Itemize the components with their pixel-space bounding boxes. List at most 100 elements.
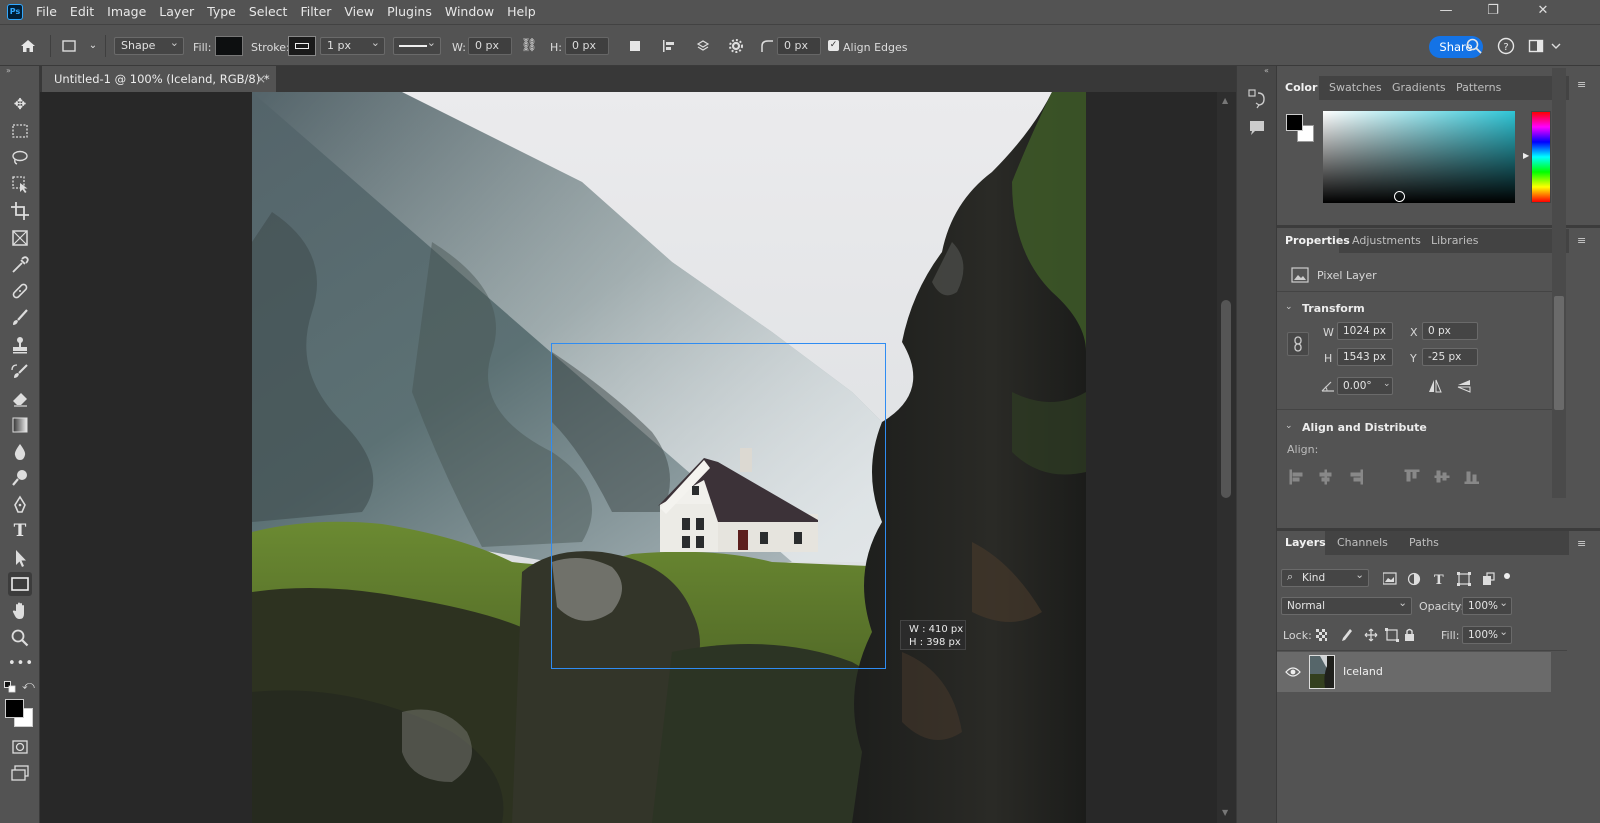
width-field[interactable]: 0 px [468, 37, 512, 55]
comments-panel-icon[interactable] [1247, 118, 1267, 138]
clone-stamp-tool-icon[interactable] [8, 333, 32, 357]
layer-row[interactable]: Iceland [1277, 652, 1551, 692]
foreground-color-swatch[interactable] [5, 699, 24, 718]
prop-width-field[interactable]: 1024 px [1337, 322, 1393, 340]
object-selection-tool-icon[interactable] [8, 172, 32, 196]
scroll-down-icon[interactable]: ▼ [1222, 808, 1228, 817]
chevron-down-icon[interactable]: ⌄ [1285, 302, 1293, 312]
link-icon[interactable]: ⛓ [520, 37, 538, 55]
menu-select[interactable]: Select [249, 0, 288, 24]
rectangle-tool-preset-icon[interactable] [60, 37, 78, 55]
close-window-button[interactable]: ✕ [1520, 0, 1566, 24]
prop-y-field[interactable]: -25 px [1422, 348, 1478, 366]
hand-tool-icon[interactable] [8, 599, 32, 623]
layer-filter-kind-dropdown[interactable]: Kind ⌕ ⌄ [1281, 569, 1369, 587]
flip-horizontal-icon[interactable] [1427, 378, 1443, 394]
menu-image[interactable]: Image [107, 0, 146, 24]
pen-tool-icon[interactable] [8, 493, 32, 517]
quick-mask-icon[interactable] [8, 735, 32, 759]
menu-window[interactable]: Window [445, 0, 494, 24]
screen-mode-icon[interactable] [8, 761, 32, 785]
crop-tool-icon[interactable] [8, 199, 32, 223]
blend-mode-dropdown[interactable]: Normal ⌄ [1281, 597, 1412, 615]
scroll-up-icon[interactable]: ▲ [1222, 96, 1228, 105]
blur-tool-icon[interactable] [8, 440, 32, 464]
tab-swatches[interactable]: Swatches [1321, 76, 1390, 100]
panel-menu-icon[interactable]: ≡ [1577, 234, 1586, 247]
prop-height-field[interactable]: 1543 px [1337, 348, 1393, 366]
tab-adjustments[interactable]: Adjustments [1344, 229, 1429, 253]
menu-plugins[interactable]: Plugins [387, 0, 432, 24]
tab-patterns[interactable]: Patterns [1448, 76, 1509, 100]
tab-libraries[interactable]: Libraries [1423, 229, 1487, 253]
restore-button[interactable]: ❐ [1470, 0, 1516, 24]
chevron-down-icon[interactable]: ⌄ [1383, 379, 1391, 389]
layer-name[interactable]: Iceland [1343, 665, 1383, 678]
color-picker-cursor[interactable] [1394, 191, 1405, 202]
tab-gradients[interactable]: Gradients [1384, 76, 1454, 100]
stroke-type-dropdown[interactable] [393, 35, 441, 55]
collapse-icon[interactable]: « [1264, 66, 1269, 75]
default-colors-icon[interactable] [4, 681, 16, 693]
minimize-button[interactable]: — [1423, 0, 1469, 24]
align-edges-checkbox[interactable]: ✓ [828, 40, 839, 51]
color-field[interactable] [1323, 111, 1515, 203]
tab-paths[interactable]: Paths [1401, 531, 1447, 555]
dodge-tool-icon[interactable] [8, 466, 32, 490]
gradient-tool-icon[interactable] [8, 413, 32, 437]
path-selection-tool-icon[interactable] [8, 546, 32, 570]
hue-slider-marker[interactable]: ▶ [1523, 151, 1529, 160]
menu-filter[interactable]: Filter [300, 0, 331, 24]
path-alignment-icon[interactable] [660, 37, 678, 55]
fill-field[interactable]: 100% ⌄ [1462, 626, 1512, 644]
collapse-icon[interactable]: » [6, 66, 11, 75]
transform-section-title[interactable]: Transform [1302, 302, 1365, 315]
tab-layers[interactable]: Layers [1277, 531, 1326, 555]
type-tool-icon[interactable]: T [8, 519, 32, 543]
lasso-tool-icon[interactable] [8, 146, 32, 170]
move-tool-icon[interactable]: ✥ [8, 92, 32, 116]
corner-radius-field[interactable]: 0 px [777, 37, 821, 55]
foreground-color-swatch[interactable] [1286, 114, 1303, 131]
close-tab-icon[interactable]: × [256, 66, 266, 92]
flip-vertical-icon[interactable] [1456, 378, 1472, 394]
home-icon[interactable] [19, 37, 37, 55]
rectangle-tool-icon[interactable] [8, 572, 32, 596]
menu-layer[interactable]: Layer [159, 0, 194, 24]
healing-brush-tool-icon[interactable] [8, 279, 32, 303]
shape-selection-rectangle[interactable] [551, 343, 886, 669]
swap-colors-icon[interactable]: ⤺ [22, 678, 35, 693]
eyedropper-tool-icon[interactable] [8, 253, 32, 277]
eye-icon[interactable] [1285, 665, 1301, 679]
search-icon[interactable] [1465, 37, 1483, 55]
tab-channels[interactable]: Channels [1329, 531, 1396, 555]
menu-type[interactable]: Type [207, 0, 236, 24]
lock-icons[interactable] [1315, 627, 1415, 643]
history-panel-icon[interactable] [1247, 88, 1267, 110]
menu-view[interactable]: View [344, 0, 374, 24]
panel-menu-icon[interactable]: ≡ [1577, 537, 1586, 550]
zoom-tool-icon[interactable] [8, 626, 32, 650]
stroke-color-swatch[interactable] [288, 36, 316, 56]
brush-tool-icon[interactable] [8, 306, 32, 330]
link-dimensions-icon[interactable] [1287, 332, 1309, 356]
panel-menu-icon[interactable]: ≡ [1577, 78, 1586, 91]
document-tab[interactable]: Untitled-1 @ 100% (Iceland, RGB/8) * × [42, 66, 276, 92]
align-section-title[interactable]: Align and Distribute [1302, 421, 1427, 434]
history-brush-tool-icon[interactable] [8, 360, 32, 384]
color-panel-swatches[interactable] [1286, 114, 1316, 144]
path-arrangement-icon[interactable] [694, 37, 712, 55]
tab-color[interactable]: Color [1277, 76, 1319, 100]
color-swatches[interactable] [5, 699, 35, 729]
stroke-width-field[interactable]: 1 px [320, 35, 385, 55]
chevron-down-icon[interactable]: ⌄ [1285, 421, 1293, 431]
height-field[interactable]: 0 px [565, 37, 609, 55]
marquee-tool-icon[interactable] [8, 119, 32, 143]
hue-slider[interactable] [1531, 111, 1551, 203]
layer-filter-icons[interactable]: T [1383, 571, 1513, 587]
properties-scroll-thumb[interactable] [1554, 296, 1564, 410]
tool-mode-dropdown[interactable]: Shape [114, 35, 184, 55]
prop-x-field[interactable]: 0 px [1422, 322, 1478, 340]
more-tools-icon[interactable]: ••• [8, 652, 33, 676]
menu-file[interactable]: File [36, 0, 57, 24]
